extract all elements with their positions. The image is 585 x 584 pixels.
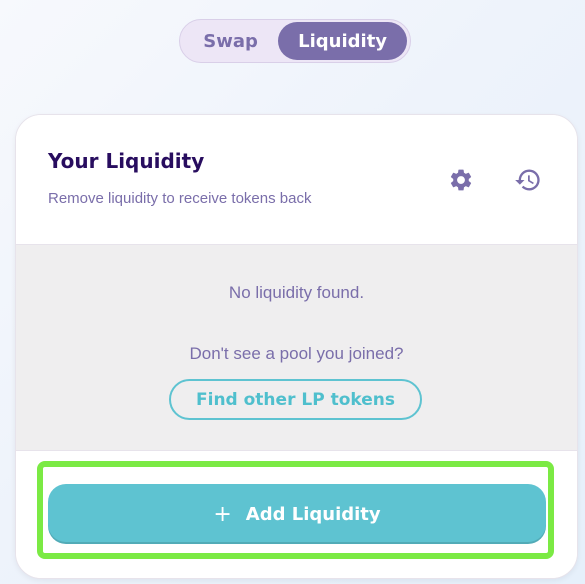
card-title: Your Liquidity xyxy=(48,149,205,173)
tab-swap[interactable]: Swap xyxy=(183,22,278,60)
find-lp-tokens-button[interactable]: Find other LP tokens xyxy=(169,379,422,420)
empty-state-message: No liquidity found. xyxy=(228,283,365,302)
history-button[interactable] xyxy=(511,163,545,197)
find-pool-prompt: Don't see a pool you joined? xyxy=(189,344,404,363)
plus-icon: + xyxy=(213,501,232,527)
card-footer: + Add Liquidity xyxy=(16,452,577,578)
settings-button[interactable] xyxy=(444,163,478,197)
liquidity-card: Your Liquidity Remove liquidity to recei… xyxy=(15,114,578,579)
add-liquidity-button[interactable]: + Add Liquidity xyxy=(48,484,546,544)
gear-icon xyxy=(450,169,472,191)
history-icon xyxy=(515,169,540,191)
liquidity-list-area: No liquidity found. Don't see a pool you… xyxy=(16,245,577,451)
add-liquidity-label: Add Liquidity xyxy=(245,503,381,525)
card-subtitle: Remove liquidity to receive tokens back xyxy=(48,190,312,207)
tab-liquidity[interactable]: Liquidity xyxy=(278,22,407,60)
swap-liquidity-toggle: Swap Liquidity xyxy=(179,19,411,63)
card-header: Your Liquidity Remove liquidity to recei… xyxy=(16,115,577,245)
